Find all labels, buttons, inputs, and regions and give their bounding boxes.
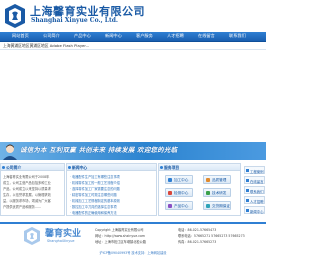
service-button-delivery[interactable]: 交货期保证: [203, 201, 231, 210]
side-link-message[interactable]: 在线留言: [244, 176, 265, 184]
about-panel-header: 公司简介: [1, 164, 64, 171]
site-footer: 馨育实业 ShanghaiXinyue Copyright 上海馨育实业有限公司…: [0, 222, 266, 270]
nav-about[interactable]: 公司简介: [43, 33, 60, 39]
service-button-quality[interactable]: 品质管理: [203, 175, 231, 184]
nav-news[interactable]: 新闻中心: [105, 33, 122, 39]
services-panel-title: 服务项目: [164, 165, 180, 170]
banner-slogan: 诚信为本 互利双赢 共创未来 持续发展 欢迎您的光临: [20, 146, 178, 154]
about-text-line: 上海馨育实业有限公司于2008年: [3, 175, 50, 179]
footer-tel: 电话：86-021-57665473: [178, 228, 217, 232]
gear-icon: [168, 178, 172, 182]
news-panel-title: 新闻中心: [72, 165, 88, 170]
footer-logo-icon: [24, 227, 40, 245]
news-link[interactable]: · 机械加工工艺规程制定的基本原则: [70, 198, 120, 203]
service-button-machining[interactable]: 加工中心: [165, 175, 193, 184]
nav-service[interactable]: 客户服务: [136, 33, 153, 39]
nav-contact[interactable]: 联系我们: [229, 33, 246, 39]
footer-address: 地址：上海市松江区车墩镇北松公路: [95, 240, 146, 244]
news-link[interactable]: · 机械零件加工的一般工艺流程介绍: [70, 180, 120, 185]
nav-home[interactable]: 网站首页: [12, 33, 29, 39]
footer-copyright: Copyright 上海馨育实业有限公司: [95, 228, 144, 232]
box-icon: [168, 204, 172, 208]
case-icon: [246, 169, 249, 172]
news-link[interactable]: · 电器配件的正确使用和保养方法: [70, 210, 117, 215]
nav-jobs[interactable]: 人才招聘: [167, 33, 184, 39]
magnifier-icon: [168, 191, 172, 195]
news-panel-header: 新闻中心: [67, 164, 156, 171]
news-link[interactable]: · 选择零件加工厂家需要注意的问题: [70, 186, 120, 191]
news-icon: [246, 209, 249, 212]
about-text-line: 生存，以信誉求发展，以管理求效: [3, 193, 51, 197]
bullet-icon: [2, 166, 5, 169]
news-link[interactable]: · 精密零件加工时需注意哪些问题: [70, 192, 117, 197]
main-nav: 网站首页 公司简介 产品中心 新闻中心 客户服务 人才招聘 在线留言 联系我们: [0, 32, 266, 42]
news-link[interactable]: · 电器配件生产加工有哪些注意事项: [70, 174, 120, 179]
nav-message[interactable]: 在线留言: [198, 33, 215, 39]
quick-links-sidebar: 工程案例 在线留言 联系我们 人才招聘 新闻中心: [243, 163, 266, 216]
footer-logo-subtext: ShanghaiXinyue: [47, 239, 75, 243]
about-text-line: 户提供优质产品和服务……: [3, 205, 42, 209]
company-name-en: Shanghai Xinyue Co., Ltd.: [31, 17, 119, 24]
services-panel: 服务项目 加工中心 品质管理 检测中心 技术研发 产品中心 交货期保证: [158, 163, 241, 216]
side-link-news[interactable]: 新闻中心: [244, 206, 265, 214]
about-panel-title: 公司简介: [6, 165, 22, 170]
footer-fax: 传真：86-021-57665273: [178, 240, 217, 244]
news-link[interactable]: · 数控加工中刀具的选择注意事项: [70, 204, 117, 209]
footer-url[interactable]: 网址：http://www.shxinyue.com: [95, 233, 145, 238]
nav-products[interactable]: 产品中心: [74, 33, 91, 39]
bullet-icon: [160, 166, 163, 169]
side-link-contact[interactable]: 联系我们: [244, 186, 265, 194]
footer-phone: 联系电话：57665271 57665273 57665273: [178, 234, 245, 238]
about-text-line: 益，以服务求市场，竭诚为广大客: [3, 199, 51, 203]
flask-icon: [206, 191, 210, 195]
about-text-line: 成立，公司主营产品包括多种工业: [3, 181, 51, 185]
services-panel-header: 服务项目: [159, 164, 240, 171]
service-button-testing[interactable]: 检测中心: [165, 188, 193, 197]
side-link-cases[interactable]: 工程案例: [244, 166, 265, 174]
company-logo-icon[interactable]: [3, 3, 27, 29]
news-panel: 新闻中心 · 电器配件生产加工有哪些注意事项 · 机械零件加工的一般工艺流程介绍…: [66, 163, 157, 216]
service-button-products[interactable]: 产品中心: [165, 201, 193, 210]
about-text-line: 产品。公司成立以来坚持以质量求: [3, 187, 51, 191]
bullet-icon: [68, 166, 71, 169]
footer-icp[interactable]: 沪ICP备09040993号 技术支持：上海网站建设: [0, 250, 266, 255]
message-icon: [246, 179, 249, 182]
flash-strip: 上海黄浦区地区黄浦区地区 Adobe Flash Player...: [0, 42, 266, 50]
service-button-research[interactable]: 技术研发: [203, 188, 231, 197]
truck-icon: [206, 204, 210, 208]
user-icon: [246, 199, 249, 202]
phone-icon: [246, 189, 249, 192]
shield-icon: [206, 178, 210, 182]
about-panel: 公司简介 上海馨育实业有限公司于2008年 成立，公司主营产品包括多种工业 产品…: [0, 163, 65, 216]
site-header: 上海馨育实业有限公司 Shanghai Xinyue Co., Ltd.: [0, 0, 266, 32]
side-link-jobs[interactable]: 人才招聘: [244, 196, 265, 204]
flash-placeholder-text: 上海黄浦区地区黄浦区地区 Adobe Flash Player...: [3, 43, 90, 48]
slogan-banner: 诚信为本 互利双赢 共创未来 持续发展 欢迎您的光临: [0, 142, 266, 160]
customer-service-person-icon: [3, 144, 17, 160]
footer-logo-text: 馨育实业: [45, 229, 82, 239]
